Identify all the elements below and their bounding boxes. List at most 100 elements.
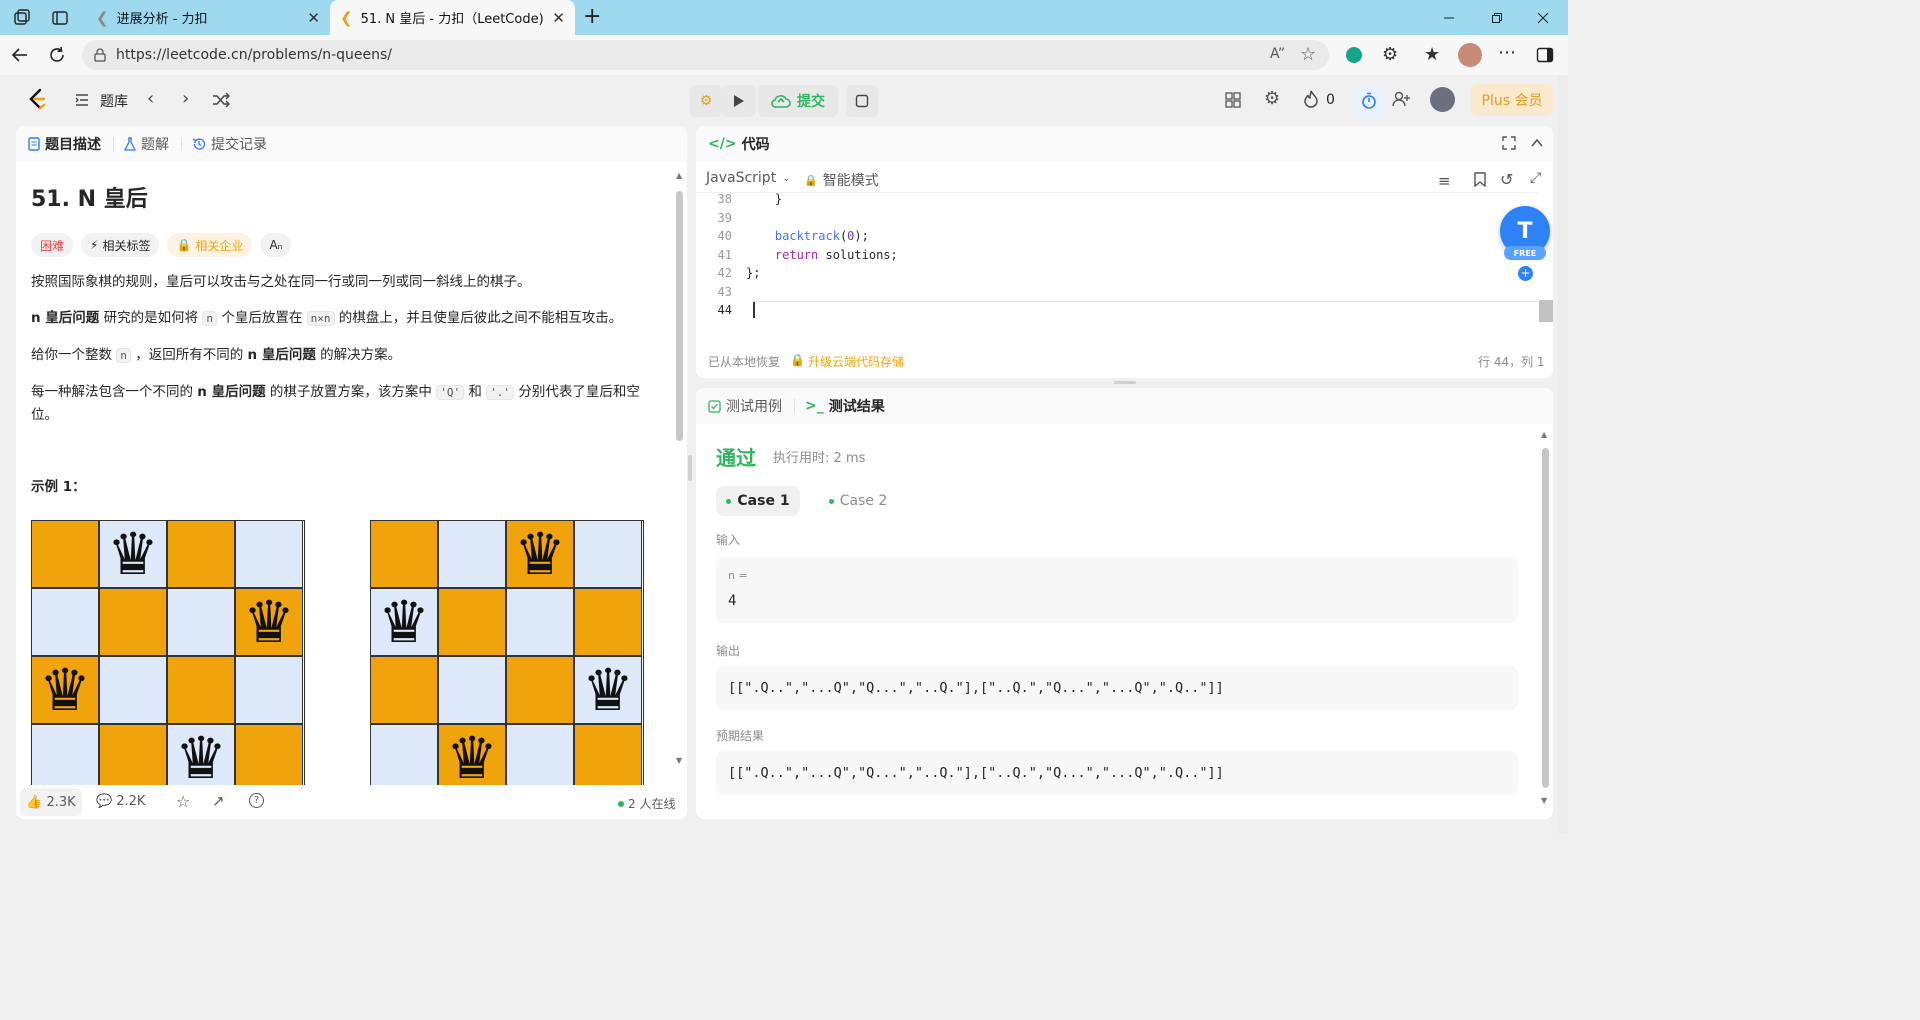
extension-translate-icon[interactable] (1346, 47, 1362, 63)
notes-button[interactable] (846, 85, 878, 117)
scrollbar-thumb[interactable] (676, 191, 683, 441)
profile-avatar[interactable] (1458, 43, 1482, 67)
tab-actions-icon[interactable] (50, 8, 72, 28)
scrollbar-thumb[interactable] (1542, 448, 1549, 788)
tab-solutions[interactable]: 题解 (124, 134, 169, 154)
top-nav: 题库 ‹ › ⚙ 提交 ⚙ 0 Plus 会员 (0, 75, 1568, 125)
refresh-icon[interactable] (47, 45, 67, 65)
timer-button[interactable] (1353, 85, 1385, 117)
description-scrollbar[interactable]: ▲ ▼ (676, 171, 684, 769)
companies-button[interactable]: 🔒 相关企业 (167, 233, 253, 257)
close-tab-icon[interactable]: ✕ (552, 9, 565, 27)
scroll-up-icon[interactable]: ▲ (1541, 430, 1547, 439)
next-problem-icon[interactable]: › (182, 88, 189, 109)
restore-icon[interactable] (1474, 0, 1520, 35)
collapse-chevron-icon[interactable] (1530, 136, 1544, 150)
tab-code[interactable]: </> 代码 (708, 134, 770, 154)
close-window-icon[interactable] (1520, 0, 1566, 35)
close-tab-icon[interactable]: ✕ (307, 9, 320, 27)
tab-submissions[interactable]: 提交记录 (192, 134, 267, 154)
scroll-down-icon[interactable]: ▼ (1541, 796, 1547, 805)
editor-resize-handle[interactable] (1114, 381, 1136, 384)
board-cell (167, 588, 235, 656)
case-1-tab[interactable]: Case 1 (716, 486, 800, 516)
code-line[interactable]: 40 backtrack(0); (706, 227, 898, 246)
browser-tab-progress[interactable]: ❮ 进展分析 - 力扣 ✕ (86, 0, 330, 35)
problem-bank-link[interactable]: 题库 (100, 91, 128, 111)
format-icon[interactable]: ≡ (1438, 172, 1451, 190)
user-avatar[interactable] (1430, 87, 1455, 112)
tab-description[interactable]: 题目描述 (28, 134, 101, 154)
comments-button[interactable]: 💬 2.2K (96, 794, 145, 809)
favorites-icon[interactable]: ★ (1424, 44, 1440, 65)
board-cell (574, 521, 642, 588)
favorite-star-icon[interactable]: ☆ (1300, 44, 1316, 65)
leetcode-logo[interactable] (26, 88, 48, 112)
page-scrollbar[interactable] (1558, 75, 1568, 833)
debug-button[interactable]: ⚙ (690, 85, 722, 117)
related-tags-button[interactable]: ⚡ 相关标签 (81, 233, 160, 257)
history-icon (192, 138, 206, 150)
tab-testcases[interactable]: 测试用例 (708, 396, 782, 416)
scroll-up-icon[interactable]: ▲ (676, 171, 682, 180)
description-panel: 题目描述 题解 提交记录 51. N 皇后 困难 ⚡ 相关标签 🔒 相关企业 A… (16, 126, 687, 819)
like-button[interactable]: 👍 2.3K (20, 788, 82, 816)
reset-code-icon[interactable]: ↺ (1500, 170, 1513, 189)
extensions-icon[interactable]: ⚙ (1382, 44, 1398, 65)
new-tab-icon[interactable]: + (583, 4, 601, 29)
sidebar-toggle-icon[interactable] (1536, 46, 1554, 64)
share-icon[interactable]: ↗ (212, 792, 225, 810)
bug-icon: ⚙ (699, 93, 713, 109)
output-value: [[".Q..","...Q","Q...","..Q."],["..Q.","… (716, 666, 1518, 710)
input-box: n = 4 (716, 557, 1518, 623)
code-line[interactable]: 43 (706, 283, 898, 302)
code-line[interactable]: 38 } (706, 190, 898, 209)
tab-test-result[interactable]: >_ 测试结果 (805, 396, 885, 416)
workspaces-icon[interactable] (12, 8, 34, 28)
results-tabs: 测试用例 >_ 测试结果 (696, 388, 1553, 424)
board-cell: ♛ (99, 521, 167, 588)
site-info-icon[interactable] (93, 48, 107, 62)
smart-mode-toggle[interactable]: 🔒 智能模式 (804, 170, 879, 190)
code-line[interactable]: 42}; (706, 264, 898, 283)
favorite-star-icon[interactable]: ☆ (176, 792, 190, 811)
random-problem-icon[interactable] (212, 92, 230, 108)
help-icon[interactable]: ? (249, 793, 264, 808)
upgrade-storage-link[interactable]: 🔒 升级云端代码存储 (790, 353, 904, 370)
run-button[interactable] (722, 85, 756, 117)
plus-membership-button[interactable]: Plus 会员 (1471, 84, 1553, 116)
bookmark-icon[interactable] (1474, 172, 1486, 187)
language-select[interactable]: JavaScript ⌄ (706, 170, 791, 186)
url-field[interactable]: https://leetcode.cn/problems/n-queens/ A… (82, 40, 1329, 70)
submit-button[interactable]: 提交 (758, 85, 838, 117)
minimize-icon[interactable] (1426, 0, 1472, 35)
read-aloud-icon[interactable]: A” (1270, 46, 1285, 62)
add-friend-icon[interactable] (1392, 90, 1410, 108)
streak-count: 0 (1326, 92, 1335, 108)
editor-scrollbar-thumb[interactable] (1539, 300, 1553, 322)
scroll-down-icon[interactable]: ▼ (676, 756, 682, 765)
add-plus-icon[interactable]: + (1518, 266, 1533, 281)
browser-tab-n-queens[interactable]: ❮ 51. N 皇后 - 力扣（LeetCode) ✕ (330, 0, 575, 35)
back-icon[interactable] (10, 45, 30, 65)
settings-gear-icon[interactable]: ⚙ (1264, 88, 1280, 109)
lock-icon: 🔒 (790, 353, 805, 367)
translate-button[interactable]: Aₙ (260, 233, 292, 257)
layout-icon[interactable] (1225, 92, 1241, 108)
fullscreen-icon[interactable] (1502, 136, 1516, 150)
code-line[interactable]: 41 return solutions; (706, 246, 898, 265)
streak-flame-icon[interactable] (1303, 90, 1319, 108)
url-text: https://leetcode.cn/problems/n-queens/ (116, 47, 393, 63)
expand-editor-icon[interactable]: ⤢ (1530, 170, 1541, 186)
tab-title: 51. N 皇后 - 力扣（LeetCode) (360, 12, 544, 27)
results-scrollbar[interactable]: ▲ ▼ (1541, 430, 1550, 808)
case-2-tab[interactable]: Case 2 (816, 486, 900, 516)
board-cell: ♛ (574, 656, 642, 724)
problem-list-icon[interactable] (74, 92, 90, 108)
more-menu-icon[interactable]: ⋯ (1498, 42, 1516, 63)
expected-value: [[".Q..","...Q","Q...","..Q."],["..Q.","… (716, 751, 1518, 795)
code-line[interactable]: 44 (706, 301, 898, 320)
prev-problem-icon[interactable]: ‹ (147, 88, 154, 109)
code-line[interactable]: 39 (706, 209, 898, 228)
panel-resize-handle[interactable] (688, 455, 692, 481)
